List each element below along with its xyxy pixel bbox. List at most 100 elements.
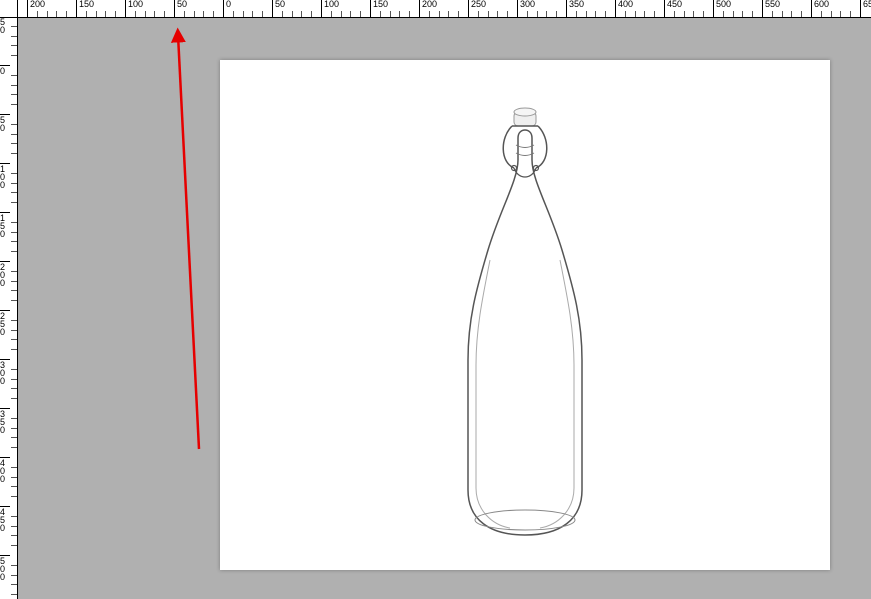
ruler-tick-minor xyxy=(11,545,17,546)
ruler-tick-major: 300 xyxy=(0,359,10,385)
ruler-tick-minor xyxy=(742,11,743,17)
ruler-tick-minor xyxy=(154,11,155,17)
ruler-tick-minor xyxy=(831,11,832,17)
ruler-tick-minor xyxy=(11,486,17,487)
ruler-tick-minor xyxy=(11,143,17,144)
ruler-tick-minor xyxy=(11,241,17,242)
ruler-tick-minor xyxy=(184,11,185,17)
ruler-tick-minor xyxy=(625,11,626,17)
ruler-tick-minor xyxy=(409,11,410,17)
ruler-tick-minor xyxy=(311,11,312,17)
ruler-tick-minor xyxy=(11,535,17,536)
ruler-tick-major: 250 xyxy=(0,310,10,336)
ruler-tick-minor xyxy=(11,526,17,527)
ruler-tick-minor xyxy=(850,11,851,17)
ruler-tick-minor xyxy=(11,290,17,291)
ruler-tick-minor xyxy=(429,11,430,17)
ruler-tick-minor xyxy=(733,11,734,17)
ruler-tick-minor xyxy=(11,398,17,399)
ruler-tick-minor xyxy=(11,477,17,478)
ruler-tick-major: 500 xyxy=(0,555,10,581)
ruler-tick-minor xyxy=(360,11,361,17)
ruler-tick-minor xyxy=(301,11,302,17)
ruler-tick-minor xyxy=(772,11,773,17)
ruler-tick-minor xyxy=(11,388,17,389)
ruler-tick-minor xyxy=(105,11,106,17)
ruler-tick-minor xyxy=(11,192,17,193)
document-canvas[interactable] xyxy=(220,60,830,570)
ruler-tick-minor xyxy=(11,26,17,27)
ruler-tick-minor xyxy=(11,281,17,282)
ruler-tick-minor xyxy=(488,11,489,17)
ruler-tick-major: 450 xyxy=(0,506,10,532)
ruler-tick-minor xyxy=(47,11,48,17)
ruler-tick-minor xyxy=(595,11,596,17)
ruler-tick-minor xyxy=(86,11,87,17)
ruler-tick-major: 100 xyxy=(0,163,10,189)
ruler-corner xyxy=(0,0,18,18)
ruler-tick-minor xyxy=(11,516,17,517)
ruler-tick-minor xyxy=(96,11,97,17)
ruler-tick-minor xyxy=(791,11,792,17)
ruler-tick-minor xyxy=(262,11,263,17)
ruler-tick-major: 650 xyxy=(860,0,871,18)
ruler-tick-minor xyxy=(654,11,655,17)
ruler-tick-major: 50 xyxy=(272,0,285,18)
ruler-tick-minor xyxy=(243,11,244,17)
ruler-tick-minor xyxy=(556,11,557,17)
ruler-tick-minor xyxy=(782,11,783,17)
ruler-tick-minor xyxy=(840,11,841,17)
ruler-tick-minor xyxy=(11,418,17,419)
ruler-tick-major: 150 xyxy=(0,212,10,238)
ruler-tick-minor xyxy=(164,11,165,17)
ruler-tick-minor xyxy=(11,447,17,448)
ruler-tick-minor xyxy=(350,11,351,17)
horizontal-ruler[interactable]: 2001501005005010015020025030035040045050… xyxy=(18,0,871,18)
ruler-tick-minor xyxy=(11,594,17,595)
ruler-tick-minor xyxy=(282,11,283,17)
ruler-tick-minor xyxy=(801,11,802,17)
ruler-tick-major: 0 xyxy=(0,65,10,75)
ruler-tick-minor xyxy=(292,11,293,17)
ruler-tick-minor xyxy=(11,251,17,252)
ruler-tick-minor xyxy=(390,11,391,17)
ruler-tick-major: 0 xyxy=(223,0,231,18)
ruler-tick-minor xyxy=(11,55,17,56)
ruler-tick-minor xyxy=(11,437,17,438)
ruler-tick-minor xyxy=(497,11,498,17)
ruler-tick-minor xyxy=(11,320,17,321)
ruler-tick-major: 50 xyxy=(174,0,187,18)
ruler-tick-minor xyxy=(11,202,17,203)
ruler-tick-minor xyxy=(752,11,753,17)
ruler-tick-minor xyxy=(674,11,675,17)
ruler-tick-minor xyxy=(439,11,440,17)
ruler-tick-minor xyxy=(11,153,17,154)
ruler-tick-minor xyxy=(11,496,17,497)
ruler-tick-minor xyxy=(66,11,67,17)
canvas-workspace[interactable] xyxy=(18,18,871,599)
ruler-tick-minor xyxy=(11,565,17,566)
ruler-tick-minor xyxy=(821,11,822,17)
ruler-tick-minor xyxy=(213,11,214,17)
ruler-tick-minor xyxy=(11,349,17,350)
ruler-tick-minor xyxy=(115,11,116,17)
ruler-tick-minor xyxy=(341,11,342,17)
ruler-tick-minor xyxy=(693,11,694,17)
ruler-tick-minor xyxy=(576,11,577,17)
ruler-tick-minor xyxy=(203,11,204,17)
ruler-tick-minor xyxy=(56,11,57,17)
ruler-tick-minor xyxy=(37,11,38,17)
ruler-tick-major: 200 xyxy=(0,261,10,287)
bottle-image xyxy=(440,90,610,540)
ruler-tick-minor xyxy=(507,11,508,17)
ruler-tick-minor xyxy=(11,300,17,301)
vertical-ruler[interactable]: 50050100150200250300350400450500550 xyxy=(0,18,18,599)
ruler-tick-minor xyxy=(537,11,538,17)
ruler-tick-minor xyxy=(11,467,17,468)
ruler-tick-minor xyxy=(11,75,17,76)
ruler-tick-minor xyxy=(11,104,17,105)
ruler-tick-minor xyxy=(11,134,17,135)
ruler-tick-major: 50 xyxy=(0,114,10,132)
ruler-tick-minor xyxy=(11,124,17,125)
ruler-tick-minor xyxy=(11,85,17,86)
